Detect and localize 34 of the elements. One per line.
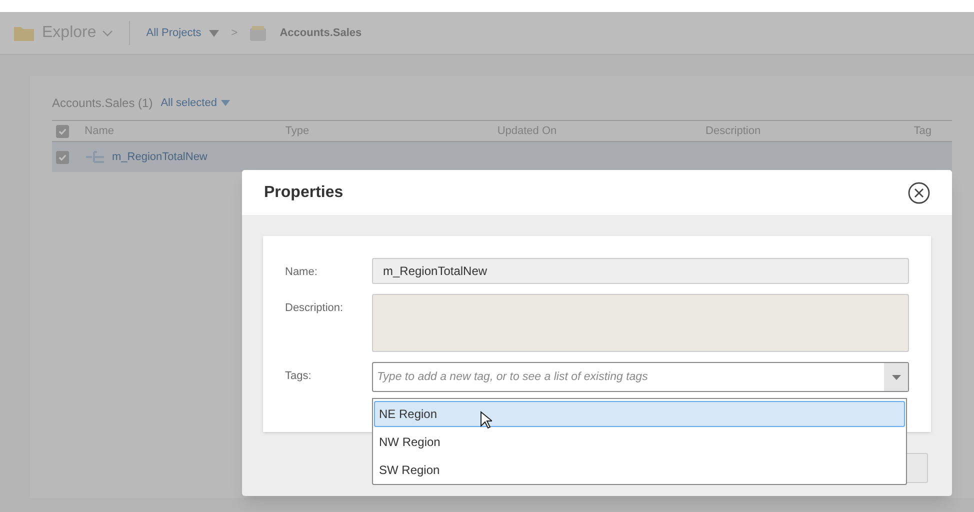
name-field[interactable]: m_RegionTotalNew — [372, 258, 909, 284]
checkbox[interactable] — [56, 124, 69, 138]
dropdown-arrow-icon[interactable] — [209, 30, 220, 36]
dropdown-option[interactable]: NE Region — [374, 401, 905, 427]
field-label: Tags: — [285, 369, 312, 384]
dropdown-arrow-icon — [892, 374, 900, 380]
row-name-link[interactable]: m_RegionTotalNew — [112, 148, 208, 166]
folder-icon — [14, 25, 34, 41]
column-header[interactable]: Name — [84, 122, 286, 140]
project-icon — [250, 26, 266, 40]
description-field[interactable] — [372, 294, 909, 352]
chevron-down-icon — [102, 30, 114, 36]
selection-menu[interactable]: All selected — [160, 94, 230, 112]
dropdown-option[interactable]: SW Region — [374, 457, 905, 483]
breadcrumb-separator: > — [231, 26, 238, 41]
list-title: Accounts.Sales (1) — [52, 95, 153, 112]
dropdown-arrow-icon — [220, 100, 230, 106]
breadcrumb-current: Accounts.Sales — [280, 26, 362, 41]
dialog-title: Properties — [264, 182, 344, 202]
dropdown-toggle[interactable] — [884, 363, 908, 391]
table-row[interactable]: m_RegionTotalNew — [52, 142, 952, 172]
close-icon[interactable] — [908, 182, 930, 204]
column-header[interactable]: Description — [706, 122, 914, 140]
breadcrumb-link[interactable]: All Projects — [146, 24, 202, 42]
tags-combo-field[interactable]: Type to add a new tag, or to see a list of existing tags — [372, 362, 909, 392]
field-label: Name: — [285, 265, 318, 280]
mouse-cursor-icon — [480, 411, 492, 429]
checkbox[interactable] — [56, 150, 69, 164]
field-label: Description: — [285, 301, 344, 316]
column-header[interactable]: Updated On — [497, 122, 706, 140]
dropdown-option[interactable]: NW Region — [374, 429, 905, 455]
column-header[interactable]: Type — [285, 122, 498, 140]
mapping-icon — [86, 151, 104, 163]
column-header[interactable]: Tag — [914, 122, 952, 140]
